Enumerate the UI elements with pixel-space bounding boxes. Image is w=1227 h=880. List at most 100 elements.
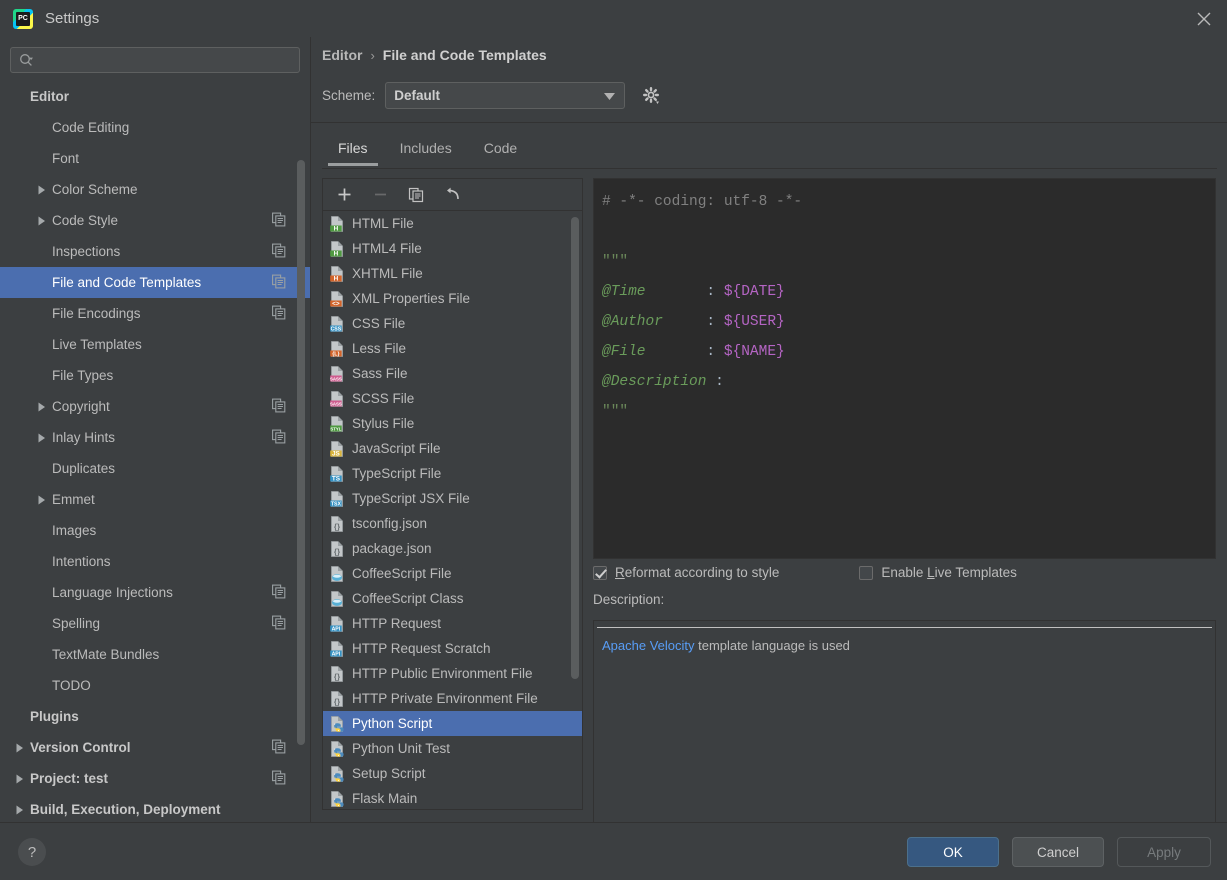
chevron-right-icon[interactable]: [14, 804, 26, 816]
template-list-item[interactable]: APIHTTP Request: [323, 611, 582, 636]
breadcrumb-parent[interactable]: Editor: [322, 47, 362, 63]
copy-settings-icon[interactable]: [272, 305, 286, 322]
dialog-footer: ? OK Cancel Apply: [0, 823, 1227, 880]
chevron-right-icon[interactable]: [14, 773, 26, 785]
sidebar-item-code-editing[interactable]: Code Editing: [0, 112, 310, 143]
sidebar-scrollbar[interactable]: [297, 160, 305, 745]
apache-velocity-link[interactable]: Apache Velocity: [602, 638, 695, 653]
sidebar-item-build-execution-deployment[interactable]: Build, Execution, Deployment: [0, 794, 310, 822]
sidebar-item-copyright[interactable]: Copyright: [0, 391, 310, 422]
editor-token: :: [706, 374, 723, 390]
ok-button[interactable]: OK: [907, 837, 999, 867]
reset-template-button[interactable]: [439, 183, 465, 207]
copy-settings-icon[interactable]: [272, 584, 286, 601]
editor-line: @Author : ${USER}: [602, 307, 1215, 337]
sidebar-item-emmet[interactable]: Emmet: [0, 484, 310, 515]
sidebar-item-code-style[interactable]: Code Style: [0, 205, 310, 236]
copy-template-button[interactable]: [403, 183, 429, 207]
copy-settings-icon[interactable]: [272, 398, 286, 415]
template-list-item[interactable]: SASSSass File: [323, 361, 582, 386]
sidebar-item-todo[interactable]: TODO: [0, 670, 310, 701]
template-list-item[interactable]: {}tsconfig.json: [323, 511, 582, 536]
tabs-underline: [322, 168, 1217, 169]
help-button[interactable]: ?: [18, 838, 46, 866]
template-list-item[interactable]: Flask Main: [323, 786, 582, 810]
sidebar-item-spelling[interactable]: Spelling: [0, 608, 310, 639]
template-editor[interactable]: # -*- coding: utf-8 -*- """@Time : ${DAT…: [593, 178, 1216, 559]
copy-settings-icon[interactable]: [272, 615, 286, 632]
sidebar-item-file-types[interactable]: File Types: [0, 360, 310, 391]
sidebar-item-label: TODO: [52, 678, 91, 693]
copy-settings-icon[interactable]: [272, 429, 286, 446]
sidebar-item-file-and-code-templates[interactable]: File and Code Templates: [0, 267, 310, 298]
sidebar-item-project-test[interactable]: Project: test: [0, 763, 310, 794]
scheme-settings-button[interactable]: [643, 87, 661, 105]
template-list-item[interactable]: {}HTTP Private Environment File: [323, 686, 582, 711]
template-list-item[interactable]: CoffeeScript Class: [323, 586, 582, 611]
javascript-file-icon: JS: [329, 441, 345, 457]
template-list-item[interactable]: JSJavaScript File: [323, 436, 582, 461]
sidebar-item-font[interactable]: Font: [0, 143, 310, 174]
copy-settings-icon[interactable]: [272, 770, 286, 787]
template-list-item[interactable]: {}HTTP Public Environment File: [323, 661, 582, 686]
tab-files[interactable]: Files: [322, 132, 384, 166]
chevron-right-icon[interactable]: [36, 401, 48, 413]
template-list-item[interactable]: TSTypeScript File: [323, 461, 582, 486]
tab-code[interactable]: Code: [468, 132, 533, 166]
add-template-button[interactable]: [331, 183, 357, 207]
pycharm-logo-icon: PC: [13, 9, 33, 29]
window-title: Settings: [45, 10, 99, 27]
copy-settings-icon[interactable]: [272, 243, 286, 260]
reformat-checkbox[interactable]: Reformat according to style: [593, 565, 779, 580]
template-list-item[interactable]: STYLStylus File: [323, 411, 582, 436]
template-list-item[interactable]: TSXTypeScript JSX File: [323, 486, 582, 511]
sidebar-item-textmate-bundles[interactable]: TextMate Bundles: [0, 639, 310, 670]
template-list-item[interactable]: {}package.json: [323, 536, 582, 561]
template-list-item-label: Stylus File: [352, 416, 414, 431]
chevron-right-icon[interactable]: [36, 184, 48, 196]
live-templates-checkbox[interactable]: Enable Live Templates: [859, 565, 1017, 580]
close-icon[interactable]: [1181, 0, 1227, 37]
chevron-right-icon[interactable]: [36, 215, 48, 227]
sidebar-item-editor[interactable]: Editor: [0, 81, 310, 112]
sidebar-item-color-scheme[interactable]: Color Scheme: [0, 174, 310, 205]
template-list-item[interactable]: Python Unit Test: [323, 736, 582, 761]
template-list-item[interactable]: Python Script: [323, 711, 582, 736]
copy-settings-icon[interactable]: [272, 739, 286, 756]
template-list-item[interactable]: CoffeeScript File: [323, 561, 582, 586]
template-list-item[interactable]: CSSCSS File: [323, 311, 582, 336]
sidebar-item-images[interactable]: Images: [0, 515, 310, 546]
sidebar-item-plugins[interactable]: Plugins: [0, 701, 310, 732]
sidebar-item-duplicates[interactable]: Duplicates: [0, 453, 310, 484]
template-list-item[interactable]: HHTML4 File: [323, 236, 582, 261]
chevron-right-icon[interactable]: [14, 742, 26, 754]
tab-includes[interactable]: Includes: [384, 132, 468, 166]
template-list-item[interactable]: APIHTTP Request Scratch: [323, 636, 582, 661]
sidebar-item-live-templates[interactable]: Live Templates: [0, 329, 310, 360]
sidebar-item-version-control[interactable]: Version Control: [0, 732, 310, 763]
sidebar-item-label: Build, Execution, Deployment: [30, 802, 221, 817]
template-list-item[interactable]: HXHTML File: [323, 261, 582, 286]
copy-settings-icon[interactable]: [272, 274, 286, 291]
remove-template-button[interactable]: [367, 183, 393, 207]
sidebar-item-inspections[interactable]: Inspections: [0, 236, 310, 267]
cancel-button[interactable]: Cancel: [1012, 837, 1104, 867]
sidebar-item-inlay-hints[interactable]: Inlay Hints: [0, 422, 310, 453]
template-list-item[interactable]: Setup Script: [323, 761, 582, 786]
copy-settings-icon[interactable]: [272, 212, 286, 229]
sidebar-item-intentions[interactable]: Intentions: [0, 546, 310, 577]
search-input[interactable]: [34, 53, 299, 68]
search-box[interactable]: [10, 47, 300, 73]
file-list-scrollbar[interactable]: [571, 217, 579, 679]
template-list-item[interactable]: SASSSCSS File: [323, 386, 582, 411]
template-list-item[interactable]: HHTML File: [323, 211, 582, 236]
scheme-select[interactable]: Default: [385, 82, 625, 109]
template-list-item[interactable]: <>XML Properties File: [323, 286, 582, 311]
apply-button[interactable]: Apply: [1117, 837, 1211, 867]
chevron-right-icon[interactable]: [36, 494, 48, 506]
sidebar-item-language-injections[interactable]: Language Injections: [0, 577, 310, 608]
template-list-item[interactable]: {L}Less File: [323, 336, 582, 361]
plus-icon: [337, 187, 352, 202]
chevron-right-icon[interactable]: [36, 432, 48, 444]
sidebar-item-file-encodings[interactable]: File Encodings: [0, 298, 310, 329]
